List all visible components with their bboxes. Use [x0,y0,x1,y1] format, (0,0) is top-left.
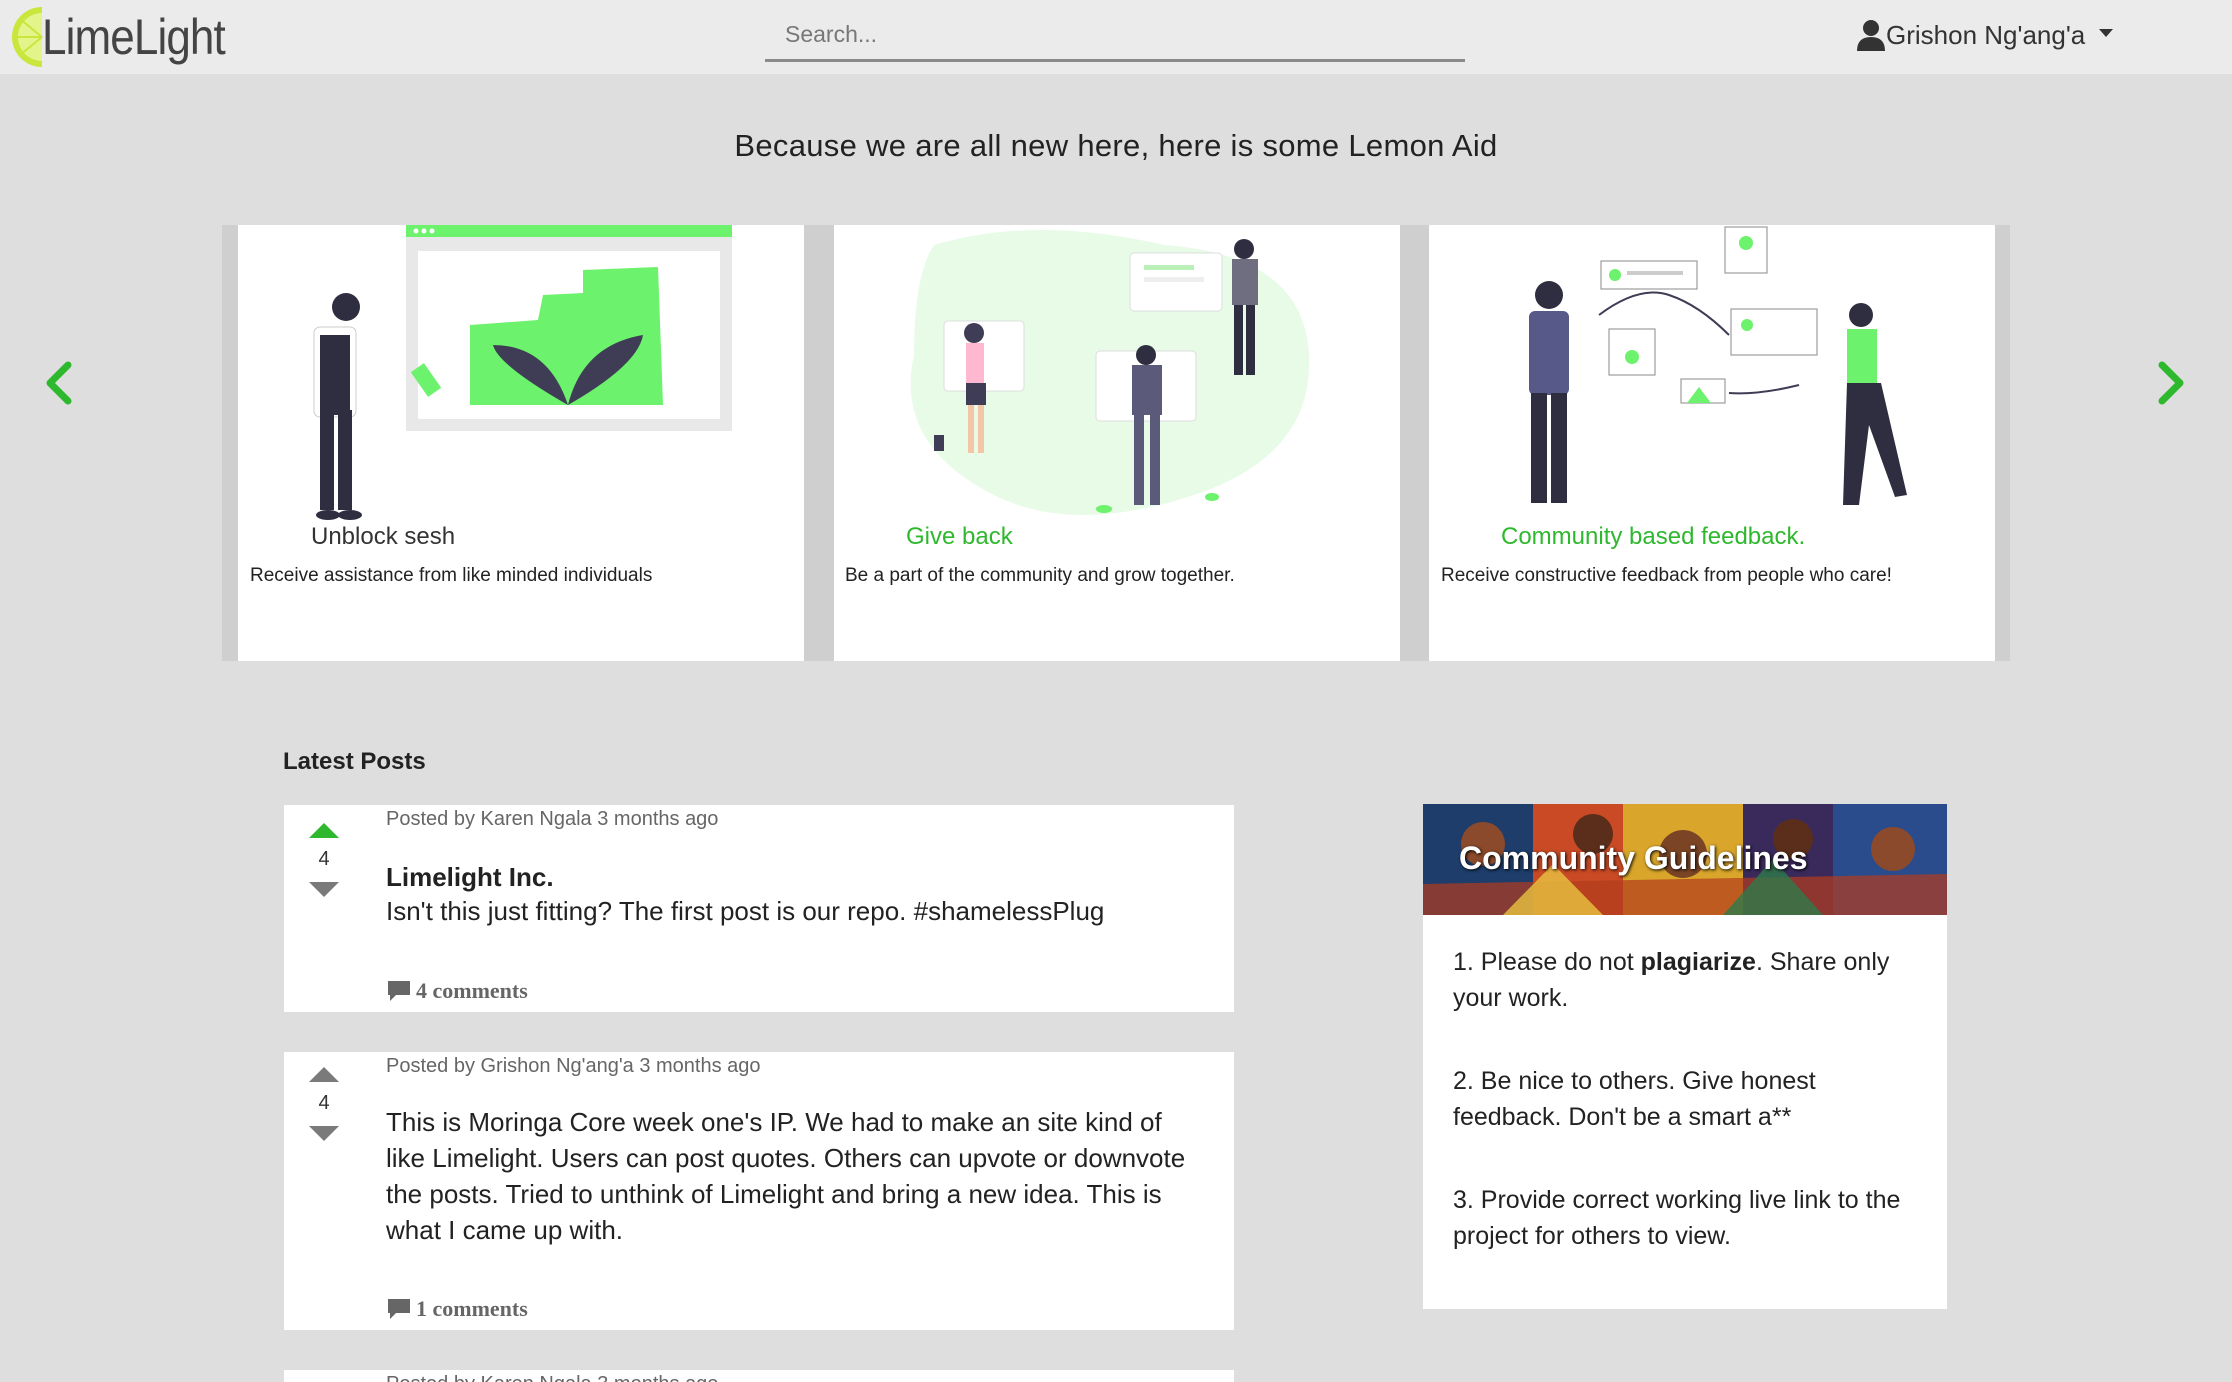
top-navbar: LimeLight Grishon Ng'ang'a [0,0,2232,74]
card-title: Unblock sesh [311,523,456,550]
vote-controls: 4 [304,1067,344,1141]
comments-link[interactable]: 4 comments [386,978,528,1004]
community-guidelines-card: Community Guidelines 1. Please do not pl… [1423,804,1947,1309]
guideline-text: 1. Please do not [1453,948,1641,976]
guideline-item: 3. Provide correct working live link to … [1453,1186,1901,1250]
comments-count: 4 comments [416,978,528,1003]
vote-count: 4 [318,848,330,870]
post-body: This is Moringa Core week one's IP. We h… [386,1107,1186,1245]
guidelines-title: Community Guidelines [1459,840,1808,876]
card-title: Give back [906,523,1013,550]
user-name: Grishon Ng'ang'a [1886,19,2086,50]
community-illustration-icon [910,230,1310,515]
upvote-icon[interactable] [309,823,339,838]
chevron-down-icon [2099,29,2114,37]
carousel-card-feedback: Community based feedback. Receive constr… [1429,225,1995,661]
guideline-emphasis: plagiarize [1640,948,1756,976]
post-meta: Posted by Grishon Ng'ang'a 3 months ago [386,1055,761,1077]
vote-count: 4 [318,1092,330,1114]
comment-icon [388,1299,410,1319]
guideline-item: 2. Be nice to others. Give honest feedba… [1453,1067,1816,1131]
comments-count: 1 comments [416,1296,528,1321]
post-card: Posted by Karen Ngala 3 months ago [284,1370,1234,1382]
card-title: Community based feedback. [1501,523,1806,550]
feedback-illustration-icon [1529,226,1907,505]
carousel-card-give-back: Give back Be a part of the community and… [834,225,1400,661]
comments-link[interactable]: 1 comments [386,1296,528,1322]
post-meta: Posted by Karen Ngala 3 months ago [386,1373,718,1382]
post-meta: Posted by Karen Ngala 3 months ago [386,808,719,830]
comment-icon [388,981,410,1001]
upvote-icon[interactable] [309,1067,339,1082]
card-description: Receive constructive feedback from peopl… [1441,565,1892,586]
card-description: Receive assistance from like minded indi… [250,565,653,586]
user-menu-dropdown[interactable]: Grishon Ng'ang'a [1856,10,2114,60]
post-card: 4 Posted by Karen Ngala 3 months ago Lim… [284,805,1234,1012]
lime-logo-icon [12,7,43,67]
post-card: 4 Posted by Grishon Ng'ang'a 3 months ag… [284,1052,1234,1330]
downvote-icon[interactable] [309,1126,339,1141]
hero-title: Because we are all new here, here is som… [734,128,1498,163]
card-description: Be a part of the community and grow toge… [845,565,1235,586]
search-input[interactable] [765,10,1465,62]
post-title[interactable]: Limelight Inc. [386,862,554,893]
carousel-next-icon[interactable] [2148,355,2192,411]
carousel-prev-icon[interactable] [38,355,82,411]
post-body: Isn't this just fitting? The first post … [386,896,1105,926]
downvote-icon[interactable] [309,882,339,897]
carousel-card-unblock: Unblock sesh Receive assistance from lik… [238,225,804,661]
user-icon [1857,20,1885,51]
brand-name: LimeLight [42,9,226,65]
latest-posts-heading: Latest Posts [283,748,426,775]
brand-logo[interactable]: LimeLight [0,0,250,74]
growth-illustration-icon [313,225,732,520]
vote-controls: 4 [304,823,344,897]
guideline-item: 1. Please do not plagiarize. Share only … [1453,944,1923,1016]
